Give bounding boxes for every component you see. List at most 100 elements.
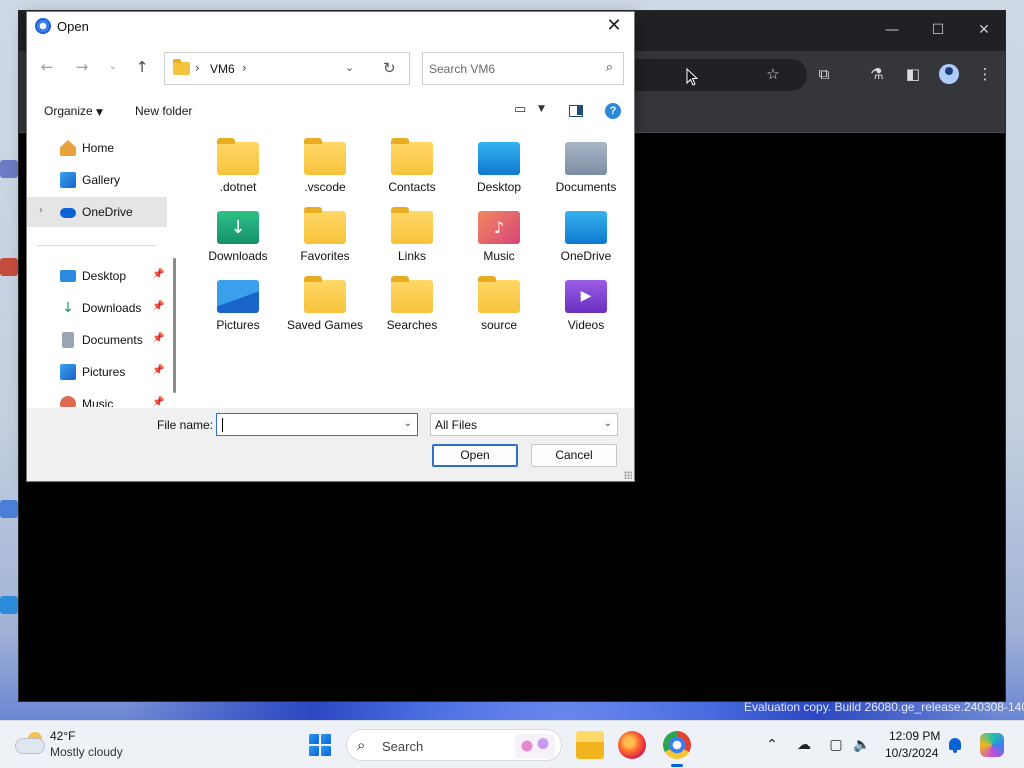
preview-pane-icon[interactable] [569,105,583,117]
file-type-select[interactable]: All Files ⌄ [430,413,618,436]
chevron-down-icon[interactable]: ⌄ [604,418,612,429]
file-item[interactable]: Pictures [197,275,279,345]
bookmark-star-icon[interactable]: ☆ [761,62,785,86]
profile-avatar-icon[interactable] [939,64,959,84]
file-name-label: Music [483,249,515,263]
file-item[interactable]: Contacts [371,137,453,207]
refresh-icon[interactable]: ↻ [383,59,396,77]
weather-cloud-icon[interactable] [16,732,44,754]
file-name-combobox[interactable]: ⌄ [216,413,418,436]
address-history-chevron-icon[interactable]: ⌄ [345,61,354,74]
chevron-down-icon[interactable]: ▼ [538,104,545,114]
chrome-icon[interactable] [663,731,691,767]
clock-date[interactable]: 10/3/2024 [885,746,938,760]
desktop-shortcut-icon[interactable] [0,500,18,518]
display-icon[interactable]: ▢ [826,735,846,755]
file-name-input[interactable] [221,416,391,434]
help-icon[interactable]: ? [605,103,621,119]
weather-condition[interactable]: Mostly cloudy [50,745,123,759]
notification-bell-icon[interactable] [947,736,963,754]
windows-logo-icon [321,734,331,744]
desktop-shortcut-icon[interactable] [0,596,18,614]
expand-chevron-icon[interactable]: › [39,205,43,216]
downloads-icon: ↓ [62,300,74,316]
start-button[interactable] [309,734,331,756]
sound-icon[interactable]: 🔈 [852,735,872,755]
file-explorer-icon[interactable] [576,731,604,759]
taskbar-search-box[interactable]: ⌕ Search [346,729,562,761]
desktop-shortcut-icon[interactable] [0,160,18,178]
search-box[interactable]: ⌕ [422,52,624,85]
nav-item-downloads[interactable]: ↓ Downloads 📌 [27,293,167,323]
file-item[interactable]: ↓ Downloads [197,206,279,276]
recent-locations-chevron-icon[interactable]: ⌄ [102,56,124,78]
file-name-label: Downloads [208,249,268,263]
back-arrow-icon[interactable]: ← [36,56,58,78]
file-name-label: File name: [157,418,214,432]
file-item[interactable]: ▶ Videos [545,275,627,345]
search-icon[interactable]: ⌕ [606,60,613,75]
nav-item-onedrive[interactable]: › OneDrive [27,197,167,227]
chrome-app-icon [35,18,51,34]
weather-temperature[interactable]: 42°F [50,729,75,743]
file-item[interactable]: Favorites [284,206,366,276]
nav-item-desktop[interactable]: Desktop 📌 [27,261,167,291]
address-breadcrumb-bar[interactable]: › VM6 › ⌄ ↻ [164,52,410,85]
file-item[interactable]: .dotnet [197,137,279,207]
dialog-title-bar[interactable]: Open ✕ [27,12,634,41]
file-item[interactable]: Links [371,206,453,276]
resize-grip-icon[interactable] [624,471,632,479]
nav-item-label: Home [82,141,115,155]
chevron-down-icon[interactable]: ⌄ [404,418,412,429]
forward-arrow-icon[interactable]: → [71,56,93,78]
file-name-label: .vscode [304,180,346,194]
new-folder-button[interactable]: New folder [135,104,192,118]
up-arrow-icon[interactable]: ↑ [131,56,153,78]
file-item[interactable]: .vscode [284,137,366,207]
nav-item-documents[interactable]: Documents 📌 [27,325,167,355]
file-item[interactable]: Documents [545,137,627,207]
more-menu-icon[interactable]: ⋮ [973,62,997,86]
copilot-icon[interactable] [980,733,1004,757]
network-disconnected-icon[interactable]: ☁ [794,735,814,755]
maximize-icon[interactable]: ☐ [923,19,953,41]
show-hidden-icons-chevron-icon[interactable]: ⌃ [762,735,782,755]
close-button[interactable]: ✕ [602,14,626,38]
extensions-icon[interactable]: ⧉ [812,62,836,86]
file-item[interactable]: OneDrive [545,206,627,276]
close-icon[interactable]: ✕ [969,19,999,41]
nav-item-label: Desktop [82,269,127,283]
cancel-button[interactable]: Cancel [531,444,617,467]
open-button[interactable]: Open [432,444,518,467]
file-item[interactable]: Saved Games [284,275,366,345]
firefox-icon[interactable] [618,731,646,759]
view-options-icon[interactable]: ▭ [514,102,526,117]
pin-icon: 📌 [152,365,165,376]
videos-folder-icon: ▶ [565,280,607,313]
breadcrumb-separator-icon[interactable]: › [242,61,247,75]
nav-pane-scrollbar[interactable] [173,258,176,393]
clock-time[interactable]: 12:09 PM [889,729,940,743]
file-item[interactable]: ♪ Music [458,206,540,276]
folder-icon [391,138,433,175]
minimize-icon[interactable]: — [877,19,907,41]
nav-item-pictures[interactable]: Pictures 📌 [27,357,167,387]
search-input[interactable] [429,59,589,79]
file-list-view: .dotnet .vscode Contacts Desktop Documen… [187,127,634,407]
file-item[interactable]: source [458,275,540,345]
file-item[interactable]: Desktop [458,137,540,207]
desktop-shortcut-icon[interactable] [0,258,18,276]
nav-item-home[interactable]: Home [27,133,167,163]
nav-item-music[interactable]: Music 📌 [27,389,167,407]
music-folder-icon: ♪ [478,211,520,244]
breadcrumb-segment[interactable]: VM6 [210,62,235,76]
labs-flask-icon[interactable]: ⚗ [865,62,889,86]
gallery-icon [60,172,76,188]
nav-item-gallery[interactable]: Gallery [27,165,167,195]
file-item[interactable]: Searches [371,275,453,345]
folder-icon [391,276,433,313]
side-panel-icon[interactable]: ◧ [901,62,925,86]
breadcrumb-separator-icon: › [195,61,200,75]
windows-logo-icon [309,746,319,756]
organize-button[interactable]: Organize ▼ [44,104,103,118]
